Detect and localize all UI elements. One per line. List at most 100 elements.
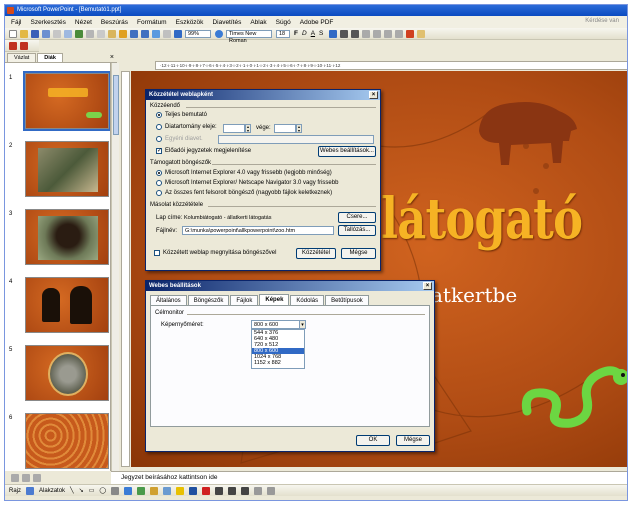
- dash-style-icon[interactable]: [228, 486, 237, 495]
- range-start-input[interactable]: [223, 124, 245, 133]
- menu-window[interactable]: Ablak: [250, 19, 266, 26]
- wordart-icon[interactable]: [124, 486, 133, 495]
- rectangle-icon[interactable]: ▭: [89, 487, 95, 494]
- undo-icon[interactable]: [130, 29, 138, 38]
- slide-title[interactable]: látogató: [381, 186, 583, 252]
- print-icon[interactable]: [53, 29, 61, 38]
- close-icon[interactable]: ×: [423, 282, 432, 290]
- menu-slideshow[interactable]: Diavetítés: [212, 19, 241, 26]
- font-select[interactable]: Times New Roman: [226, 29, 272, 44]
- pane-scrollbar[interactable]: [111, 63, 119, 471]
- zoom-select[interactable]: 99%: [185, 29, 211, 38]
- tab-browsers[interactable]: Böngészők: [187, 295, 230, 305]
- slide-sorter-icon[interactable]: [22, 473, 30, 482]
- notes-checkbox-row[interactable]: ✓ Előadói jegyzetek megjelenítése: [156, 148, 251, 154]
- ok-button[interactable]: OK: [356, 435, 390, 446]
- underline-button[interactable]: A: [311, 30, 315, 37]
- option-browser-all[interactable]: Az összes fent felsorolt böngésző (nagyo…: [156, 190, 332, 196]
- menu-tools[interactable]: Eszközök: [176, 19, 204, 26]
- font-color-icon[interactable]: [202, 486, 211, 495]
- shadow-style-icon[interactable]: [254, 486, 263, 495]
- design-icon[interactable]: [417, 29, 426, 38]
- option-slide-range[interactable]: Diatartomány eleje:: [156, 124, 217, 130]
- menu-edit[interactable]: Szerkesztés: [30, 19, 65, 26]
- scrollbar-thumb[interactable]: [113, 75, 119, 135]
- list-item[interactable]: 1152 x 882: [252, 360, 304, 366]
- increase-font-icon[interactable]: [384, 29, 393, 38]
- tab-outline[interactable]: Vázlat: [7, 53, 37, 62]
- open-icon[interactable]: [20, 29, 28, 38]
- option-full-presentation[interactable]: Teljes bemutató: [156, 112, 207, 118]
- slide-thumbnail-4[interactable]: 4: [9, 277, 109, 335]
- chevron-down-icon[interactable]: ▾: [299, 320, 306, 329]
- help-search-box[interactable]: Kérdése van: [585, 18, 619, 24]
- option-browser-ie4[interactable]: Microsoft Internet Explorer 4.0 vagy fri…: [156, 170, 332, 176]
- slide-thumbnail-2[interactable]: 2: [9, 141, 109, 199]
- insert-table-icon[interactable]: [163, 29, 171, 38]
- align-center-icon[interactable]: [340, 29, 349, 38]
- tab-files[interactable]: Fájlok: [230, 295, 259, 305]
- save-icon[interactable]: [31, 29, 39, 38]
- bullets-icon[interactable]: [373, 29, 382, 38]
- menu-file[interactable]: Fájl: [11, 19, 21, 26]
- tab-slides[interactable]: Diák: [37, 53, 63, 62]
- fill-color-icon[interactable]: [176, 486, 185, 495]
- notes-pane[interactable]: Jegyzet beírásához kattintson ide: [111, 471, 627, 484]
- close-icon[interactable]: ×: [110, 54, 114, 61]
- align-right-icon[interactable]: [351, 29, 360, 38]
- range-end-input[interactable]: [274, 124, 296, 133]
- align-left-icon[interactable]: [329, 29, 338, 38]
- screen-size-list[interactable]: 544 x 376 640 x 480 720 x 512 800 x 600 …: [251, 329, 305, 369]
- normal-view-icon[interactable]: [11, 473, 19, 482]
- italic-button[interactable]: D: [302, 30, 307, 37]
- menu-view[interactable]: Nézet: [75, 19, 92, 26]
- menu-help[interactable]: Súgó: [276, 19, 291, 26]
- publish-button[interactable]: Közzététel: [296, 248, 336, 259]
- tab-encoding[interactable]: Kódolás: [290, 295, 325, 305]
- shadow-button[interactable]: S: [319, 30, 323, 37]
- arrow-icon[interactable]: ↘: [79, 487, 84, 494]
- decrease-font-icon[interactable]: [395, 29, 404, 38]
- custom-show-select[interactable]: [218, 135, 374, 144]
- oval-icon[interactable]: ◯: [99, 487, 106, 494]
- 3d-style-icon[interactable]: [267, 486, 276, 495]
- range-end-spinner[interactable]: ▴ ▾: [296, 124, 302, 133]
- option-custom-show[interactable]: Egyéni diavet.: [156, 136, 203, 142]
- menu-insert[interactable]: Beszúrás: [101, 19, 128, 26]
- slide-thumbnail-5[interactable]: 5: [9, 345, 109, 403]
- slide-subtitle[interactable]: atkertbe: [431, 283, 517, 307]
- insert-chart-icon[interactable]: [152, 29, 160, 38]
- line-icon[interactable]: ╲: [70, 487, 74, 494]
- picture-icon[interactable]: [163, 486, 172, 495]
- numbering-icon[interactable]: [362, 29, 371, 38]
- range-start-spinner[interactable]: ▴ ▾: [245, 124, 251, 133]
- slide-thumbnail-1[interactable]: 1: [9, 71, 110, 131]
- diagram-icon[interactable]: [137, 486, 146, 495]
- paste-icon[interactable]: [108, 29, 116, 38]
- option-browser-ie3[interactable]: Microsoft Internet Explorer/ Netscape Na…: [156, 180, 338, 186]
- cancel-button[interactable]: Mégse: [396, 435, 430, 446]
- arrow-style-icon[interactable]: [241, 486, 250, 495]
- cut-icon[interactable]: [86, 29, 94, 38]
- tab-general[interactable]: Általános: [150, 295, 187, 305]
- spelling-icon[interactable]: [75, 29, 83, 38]
- filename-input[interactable]: G:\munka\powerpoint\allkpowerpoint\zoo.h…: [182, 226, 334, 235]
- line-style-icon[interactable]: [215, 486, 224, 495]
- slide-thumbnail-6[interactable]: 6: [9, 413, 109, 471]
- cancel-button[interactable]: Mégse: [341, 248, 376, 259]
- slide-thumbnail-3[interactable]: 3: [9, 209, 109, 267]
- font-size-select[interactable]: 18: [276, 29, 290, 38]
- close-icon[interactable]: ×: [369, 91, 378, 99]
- web-settings-button[interactable]: Webes beállítások...: [318, 146, 376, 157]
- permission-icon[interactable]: [42, 29, 50, 38]
- redo-icon[interactable]: [141, 29, 149, 38]
- format-painter-icon[interactable]: [119, 29, 127, 38]
- help-icon[interactable]: [215, 29, 223, 38]
- tab-fonts[interactable]: Betűtípusok: [325, 295, 369, 305]
- select-arrow-icon[interactable]: [26, 486, 35, 495]
- print-preview-icon[interactable]: [64, 29, 72, 38]
- screen-size-select[interactable]: 800 x 600: [251, 320, 305, 329]
- bold-button[interactable]: F: [294, 30, 298, 37]
- font-color-icon[interactable]: [406, 29, 415, 38]
- new-icon[interactable]: [9, 29, 17, 38]
